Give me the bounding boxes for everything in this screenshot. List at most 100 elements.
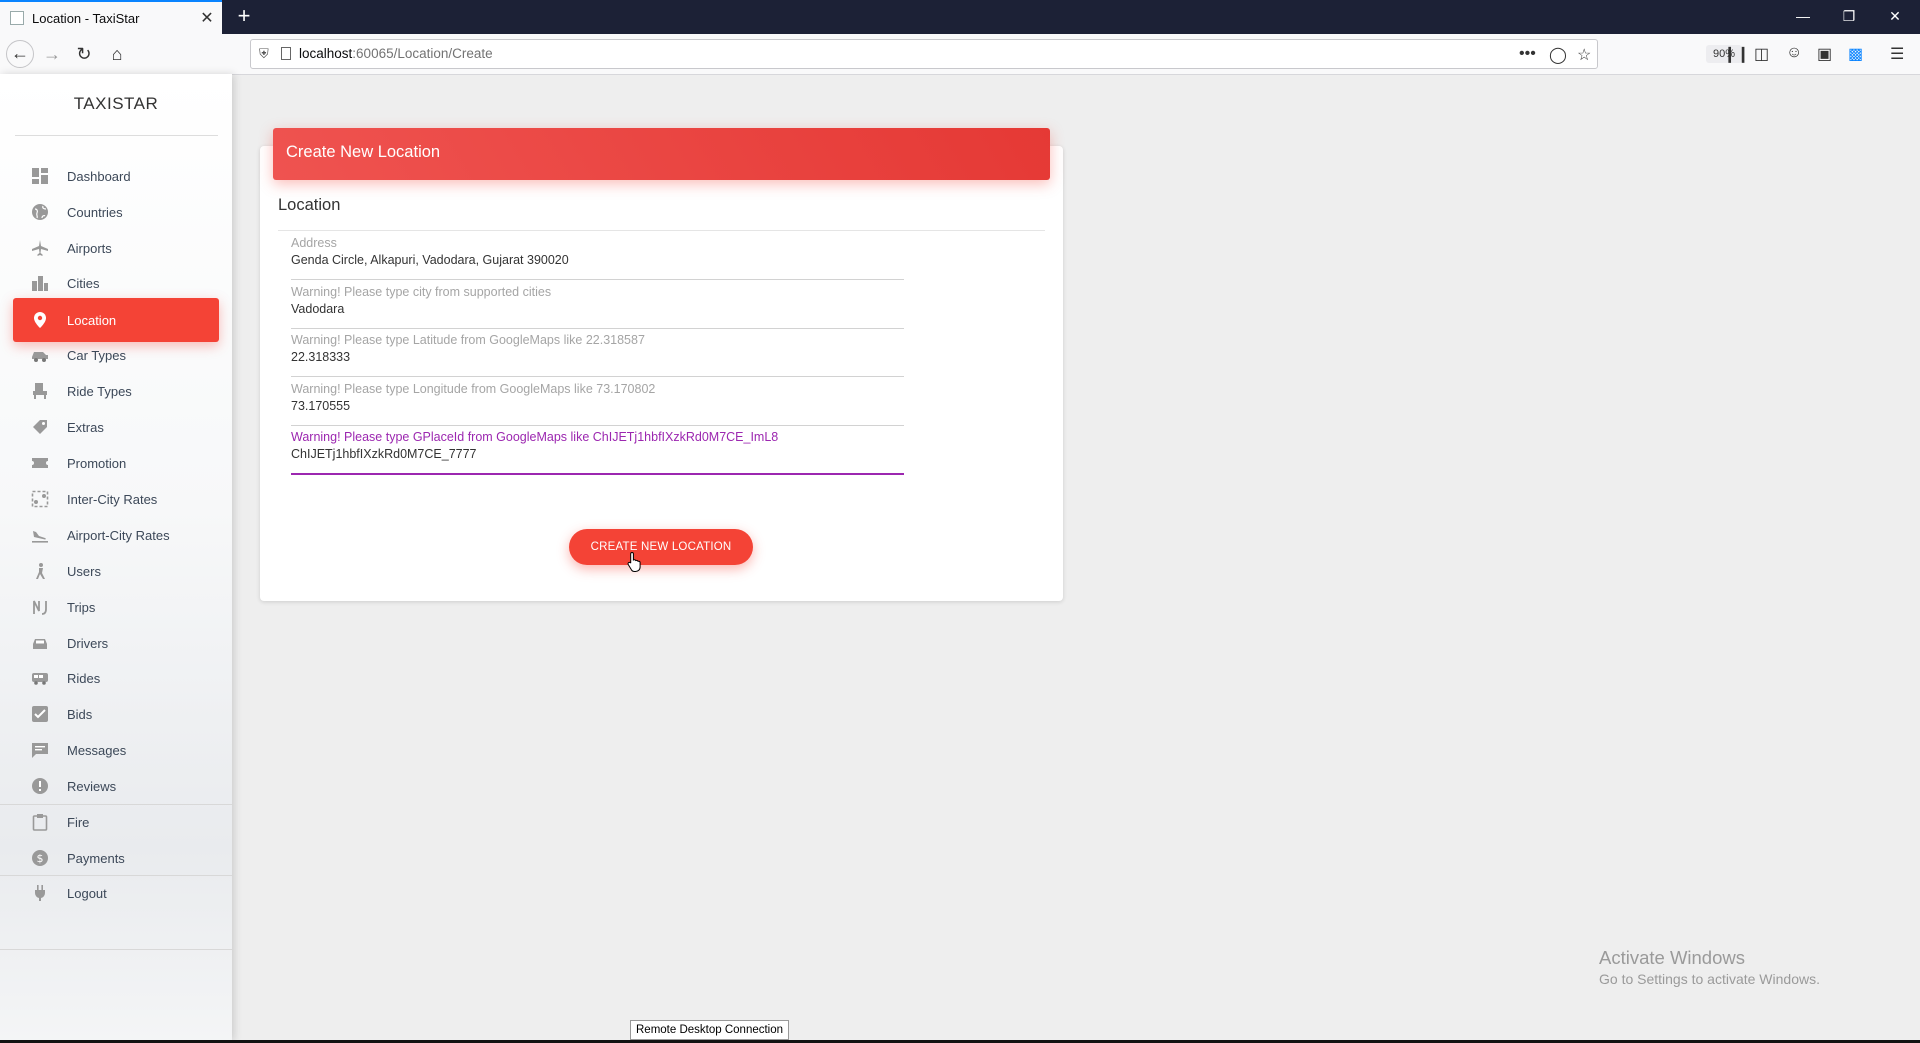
sidebar-item-label: Ride Types: [67, 383, 132, 399]
checkbox-icon: [31, 705, 49, 723]
globe-icon: [31, 203, 49, 221]
power-plug-icon: [31, 884, 49, 902]
home-button[interactable]: ⌂: [103, 40, 131, 68]
sidebar-item-label: Messages: [67, 742, 127, 758]
sidebar-item-extras[interactable]: Extras: [13, 409, 219, 445]
close-tab-icon[interactable]: ✕: [196, 8, 218, 28]
sidebar-item-label: Users: [67, 563, 101, 579]
sidebar-item-location[interactable]: Location: [13, 298, 219, 342]
person-icon: [31, 562, 49, 580]
driver-car-icon: [31, 634, 49, 652]
location-pin-icon: [31, 311, 49, 329]
trips-icon: [31, 598, 49, 616]
container-icon[interactable]: ▣: [1817, 44, 1832, 64]
sidebar-item-label: Logout: [67, 885, 107, 901]
sidebar-item-airport-city-rates[interactable]: Airport-City Rates: [13, 517, 219, 553]
hand-cursor-icon: [627, 551, 641, 572]
create-new-location-button[interactable]: CREATE NEW LOCATION: [569, 529, 753, 565]
flight-landing-icon: [31, 526, 49, 544]
watermark-title: Activate Windows: [1599, 947, 1745, 968]
sidebar-item-logout[interactable]: Logout: [13, 875, 219, 911]
card-header-title: Create New Location: [286, 143, 441, 161]
sidebar-item-messages[interactable]: Messages: [13, 732, 219, 768]
page-info-icon[interactable]: [281, 47, 291, 60]
forward-button[interactable]: →: [38, 40, 66, 68]
url-bar[interactable]: ⛨ localhost:60065/Location/Create 90% ••…: [250, 39, 1742, 69]
reload-button[interactable]: ↻: [70, 40, 98, 68]
sidebar-item-dashboard[interactable]: Dashboard: [13, 158, 219, 194]
sidebar-item-label: Location: [67, 312, 117, 328]
city-input[interactable]: [291, 302, 891, 316]
sidebar-item-promotion[interactable]: Promotion: [13, 445, 219, 481]
brand-logo[interactable]: TAXISTAR: [0, 94, 232, 114]
city-label: Warning! Please type city from supported…: [291, 285, 552, 299]
sidebar-item-cities[interactable]: Cities: [13, 265, 219, 301]
latitude-input[interactable]: [291, 350, 891, 364]
ticket-icon: [31, 454, 49, 472]
url-text[interactable]: localhost:60065/Location/Create: [299, 46, 493, 61]
sidebar-toggle-icon[interactable]: ◫: [1754, 44, 1769, 64]
page-favicon-icon: [10, 11, 24, 25]
watermark-subtitle: Go to Settings to activate Windows.: [1599, 971, 1820, 987]
car-icon: [31, 346, 49, 364]
sidebar-divider: [0, 804, 232, 805]
browser-tab[interactable]: Location - TaxiStar ✕: [0, 0, 222, 34]
dollar-icon: $: [31, 849, 49, 867]
review-badge-icon: [31, 777, 49, 795]
minimize-icon[interactable]: —: [1780, 0, 1826, 34]
sidebar-item-inter-city-rates[interactable]: Inter-City Rates: [13, 481, 219, 517]
latitude-label: Warning! Please type Latitude from Googl…: [291, 333, 645, 347]
sidebar-item-fire[interactable]: Fire: [13, 804, 219, 840]
longitude-input[interactable]: [291, 399, 891, 413]
menu-icon[interactable]: ☰: [1890, 44, 1904, 64]
sidebar-item-users[interactable]: Users: [13, 553, 219, 589]
airplane-icon: [31, 239, 49, 257]
latitude-field[interactable]: Warning! Please type Latitude from Googl…: [291, 330, 904, 377]
sidebar-item-car-types[interactable]: Car Types: [13, 337, 219, 373]
sidebar-item-label: Rides: [67, 670, 101, 686]
close-window-icon[interactable]: ✕: [1872, 0, 1918, 34]
back-button[interactable]: ←: [6, 40, 34, 68]
tab-title: Location - TaxiStar: [32, 10, 140, 26]
sidebar-item-label: Countries: [67, 204, 123, 220]
clipboard-icon: [31, 813, 49, 831]
address-input[interactable]: [291, 253, 891, 267]
url-host: localhost: [299, 46, 353, 61]
sidebar-item-label: Payments: [67, 850, 125, 866]
sidebar-item-bids[interactable]: Bids: [13, 696, 219, 732]
browser-tab-bar: Location - TaxiStar ✕ + — ❐ ✕: [0, 0, 1920, 34]
sidebar-item-label: Fire: [67, 814, 90, 830]
address-label: Address: [291, 236, 337, 250]
address-field[interactable]: Address: [291, 233, 904, 280]
sidebar-item-airports[interactable]: Airports: [13, 230, 219, 266]
sidebar-item-payments[interactable]: $ Payments: [13, 840, 219, 876]
account-icon[interactable]: ☺: [1786, 44, 1802, 62]
longitude-field[interactable]: Warning! Please type Longitude from Goog…: [291, 379, 904, 426]
sidebar-item-rides[interactable]: Rides: [13, 660, 219, 696]
sidebar-item-label: Airport-City Rates: [67, 527, 170, 543]
brand-divider: [15, 135, 218, 136]
page-actions-icon[interactable]: •••: [1519, 45, 1536, 63]
pocket-icon[interactable]: ◯: [1549, 45, 1567, 65]
sidebar-item-label: Extras: [67, 419, 104, 435]
sidebar-item-label: Cities: [67, 275, 100, 291]
sidebar-item-label: Dashboard: [67, 168, 131, 184]
sidebar-item-countries[interactable]: Countries: [13, 194, 219, 230]
restore-icon[interactable]: ❐: [1826, 0, 1872, 34]
bookmark-star-icon[interactable]: ☆: [1577, 45, 1591, 65]
new-tab-button[interactable]: +: [232, 4, 256, 28]
bus-icon: [31, 669, 49, 687]
city-field[interactable]: Warning! Please type city from supported…: [291, 282, 904, 329]
sidebar-item-drivers[interactable]: Drivers: [13, 625, 219, 661]
sidebar-item-ride-types[interactable]: Ride Types: [13, 373, 219, 409]
sidebar-item-trips[interactable]: Trips: [13, 589, 219, 625]
save-extension-icon[interactable]: ▩: [1848, 44, 1863, 64]
section-title: Location: [278, 196, 341, 214]
library-icon[interactable]: ❙❙: [1723, 44, 1750, 64]
sidebar-item-reviews[interactable]: Reviews: [13, 768, 219, 804]
gplaceid-field[interactable]: Warning! Please type GPlaceId from Googl…: [291, 427, 904, 475]
message-icon: [31, 741, 49, 759]
gplaceid-input[interactable]: [291, 447, 891, 461]
browser-nav-bar: ← → ↻ ⌂ ⛨ localhost:60065/Location/Creat…: [0, 34, 1920, 75]
tracking-shield-icon[interactable]: ⛨: [259, 46, 269, 62]
